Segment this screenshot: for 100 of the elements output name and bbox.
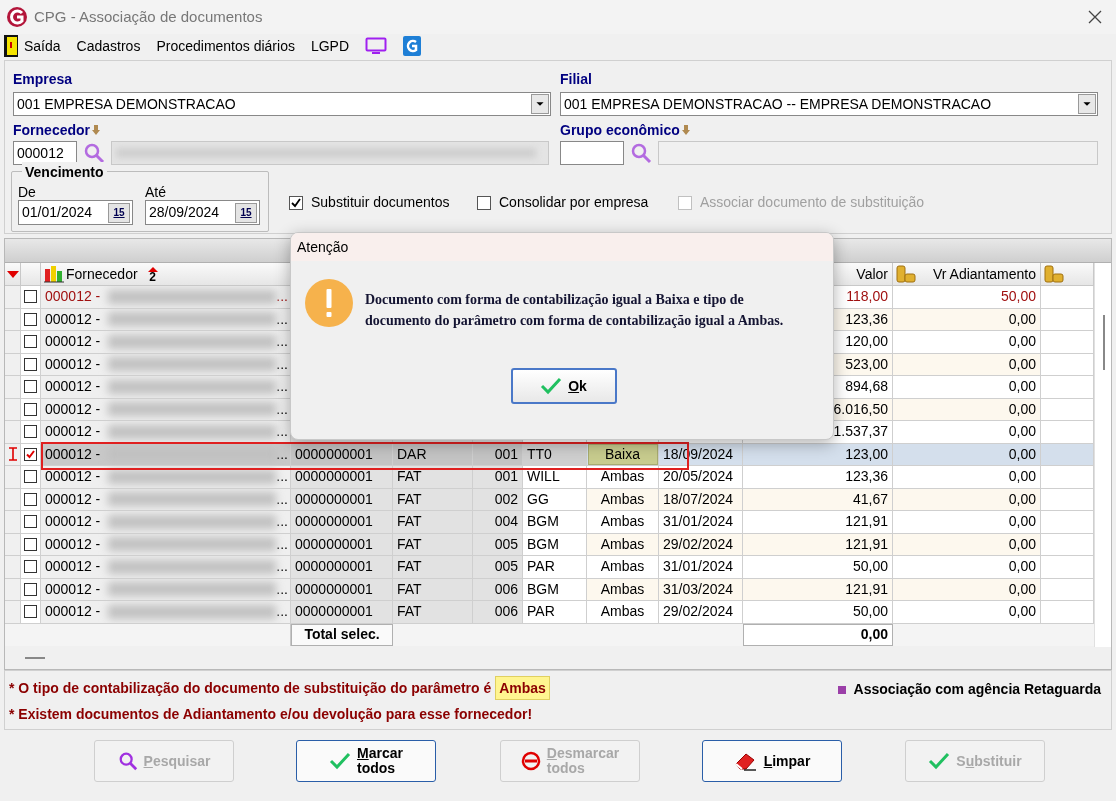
ok-button[interactable]: Ok [510, 368, 617, 404]
table-row[interactable]: 000012 - ... 0000000001 FAT 004 BGM Ambas 31/01/2024 121,91 0,00 [5, 511, 1094, 534]
row-checkbox[interactable] [24, 470, 37, 484]
total-label: Total selec. [291, 623, 393, 646]
table-cell-text: 000012 - [45, 354, 101, 374]
bar-chart-icon [44, 265, 64, 283]
option-checkbox[interactable]: Substituir documentos [289, 192, 477, 213]
check-icon [928, 752, 951, 770]
table-row[interactable]: 000012 - ... 0000000001 FAT 005 BGM Ambas 29/02/2024 121,91 0,00 [5, 533, 1094, 556]
field-label: Grupo econômico [560, 120, 680, 140]
supplier-code-field[interactable]: 000012 [13, 141, 77, 165]
action-button[interactable]: Limpar [702, 740, 842, 782]
calendar-button[interactable]: 15 [235, 202, 257, 223]
table-cell-text: 000012 - [45, 557, 101, 577]
warning-note: * O tipo de contabilização do documento de substituição do parâmetro é Ambas [9, 677, 550, 699]
row-checkbox[interactable] [24, 380, 37, 394]
table-cell-text: 120,00 [845, 332, 888, 352]
row-checkbox[interactable] [24, 605, 37, 619]
table-cell-text: 50,00 [852, 602, 888, 622]
table-cell-text: 29/02/2024 [663, 534, 734, 554]
sort-caret-icon [147, 266, 158, 272]
calendar-button[interactable]: 15 [108, 202, 130, 223]
table-cell-text: GG [527, 489, 549, 509]
table-cell-text: 20/05/2024 [663, 467, 734, 487]
dropdown-field[interactable]: 001 EMPRESA DEMONSTRACAO -- EMPRESA DEMONSTRACAO [560, 92, 1098, 116]
table-cell-text: 0,00 [1008, 534, 1036, 554]
table-cell-text: TT0 [527, 444, 552, 464]
checkmark-icon [290, 196, 302, 209]
table-cell-text: 000012 - [45, 422, 101, 442]
row-checkbox[interactable] [24, 582, 37, 596]
row-cursor-icon [8, 447, 17, 462]
table-cell-text: 6.016,50 [833, 399, 888, 419]
search-icon[interactable] [83, 142, 105, 164]
row-checkbox[interactable] [24, 560, 37, 574]
row-checkbox[interactable] [24, 312, 37, 326]
row-checkbox[interactable] [24, 290, 37, 304]
table-row[interactable]: 000012 - ... 0000000001 FAT 005 PAR Ambas 31/01/2024 50,00 0,00 [5, 556, 1094, 579]
table-cell-text: 001 [494, 467, 518, 487]
table-cell-text: 004 [494, 512, 518, 532]
menu-item[interactable]: LGPD [310, 35, 350, 57]
coins-icon [895, 264, 917, 284]
table-cell-text: 0000000001 [295, 444, 373, 464]
scrollbar[interactable] [1094, 263, 1111, 647]
table-cell-text: 0,00 [1008, 332, 1036, 352]
table-cell-text: FAT [397, 489, 422, 509]
table-cell-text: 50,00 [852, 557, 888, 577]
table-cell-text: 000012 - [45, 377, 101, 397]
table-cell-text: 0000000001 [295, 602, 373, 622]
table-cell-text: 121,91 [845, 512, 888, 532]
table-cell-text: 121,91 [845, 579, 888, 599]
close-icon[interactable] [1088, 10, 1102, 24]
table-cell-text: 006 [494, 602, 518, 622]
table-cell-text: Ambas [599, 467, 646, 487]
row-checkbox[interactable] [24, 515, 37, 529]
table-cell-text: BGM [527, 534, 559, 554]
table-cell-text: 31/01/2024 [663, 557, 734, 577]
table-cell-text: 0,00 [1008, 309, 1036, 329]
table-cell-text: FAT [397, 534, 422, 554]
app-badge-icon[interactable] [403, 36, 422, 56]
table-cell-text: 894,68 [845, 377, 888, 397]
table-cell-text: 0,00 [1008, 489, 1036, 509]
action-button[interactable]: Marcar todos [296, 740, 436, 782]
table-cell-text: Ambas [599, 602, 646, 622]
menu-item[interactable]: Procedimentos diários [156, 35, 295, 57]
group-code-field[interactable] [560, 141, 624, 165]
table-cell-text: BGM [527, 579, 559, 599]
table-cell: Baixa [587, 443, 658, 465]
field-label: Filial [560, 69, 592, 89]
table-cell-text: 000012 - [45, 602, 101, 622]
monitor-icon[interactable] [365, 37, 388, 55]
date-field[interactable]: 28/09/2024 15 [145, 200, 260, 225]
option-checkbox[interactable]: Consolidar por empresa [477, 192, 678, 213]
search-icon[interactable] [630, 142, 652, 164]
table-row[interactable]: 000012 - ... 0000000001 FAT 006 PAR Ambas 29/02/2024 50,00 0,00 [5, 601, 1094, 624]
table-row[interactable]: 000012 - ... 0000000001 FAT 006 BGM Ambas 31/03/2024 121,91 0,00 [5, 578, 1094, 601]
row-checkbox[interactable] [24, 537, 37, 551]
date-field[interactable]: 01/01/2024 15 [18, 200, 133, 225]
ellipsis: ... [276, 422, 289, 442]
table-cell-text: 0,00 [1008, 557, 1036, 577]
eraser-icon [733, 751, 758, 771]
row-checkbox[interactable] [24, 335, 37, 349]
table-cell-text: 31/03/2024 [663, 579, 734, 599]
table-cell-text: 123,36 [845, 309, 888, 329]
table-cell-text: 000012 - [45, 399, 101, 419]
table-row[interactable]: 000012 - ... 0000000001 FAT 002 GG Ambas 18/07/2024 41,67 0,00 [5, 488, 1094, 511]
menu-item[interactable]: Cadastros [76, 35, 141, 57]
table-cell-text: 50,00 [1000, 287, 1036, 307]
row-checkbox[interactable] [24, 447, 37, 461]
table-cell-text: 0000000001 [295, 557, 373, 577]
column-header[interactable]: Fornecedor 2 [41, 263, 291, 286]
row-checkbox[interactable] [24, 492, 37, 506]
exit-door-icon[interactable] [4, 35, 18, 57]
row-checkbox[interactable] [24, 402, 37, 416]
table-cell-text: 0,00 [1008, 602, 1036, 622]
ellipsis: ... [276, 444, 289, 464]
row-checkbox[interactable] [24, 425, 37, 439]
menu-item[interactable]: Saída [24, 35, 61, 57]
table-row[interactable]: 000012 - ... 0000000001 FAT 001 WILL Ambas 20/05/2024 123,36 0,00 [5, 466, 1094, 489]
row-checkbox[interactable] [24, 357, 37, 371]
dropdown-field[interactable]: 001 EMPRESA DEMONSTRACAO [13, 92, 551, 116]
